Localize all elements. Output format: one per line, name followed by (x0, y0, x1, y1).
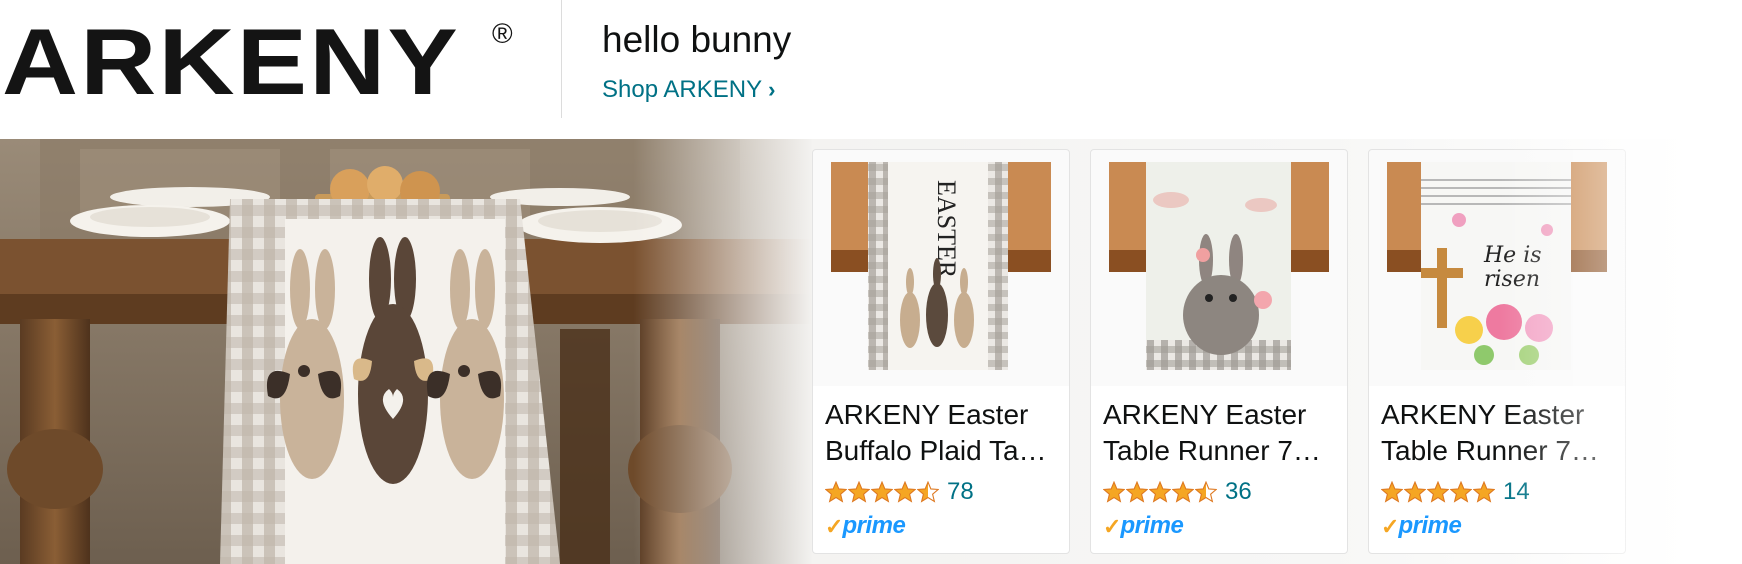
star-icon (825, 481, 847, 503)
star-icon (1172, 481, 1194, 503)
edge-fade (1500, 139, 1742, 564)
prime-check-icon: ✓ (825, 514, 844, 539)
star-icon (1450, 481, 1472, 503)
star-icon (1149, 481, 1171, 503)
product-title-line1: ARKENY Easter (1103, 399, 1307, 430)
prime-badge: ✓ prime (1381, 512, 1462, 540)
star-icon (1404, 481, 1426, 503)
product-card[interactable]: EASTER ARKENY Easter Buffalo Plaid Ta… 7… (812, 149, 1070, 554)
rating-stars (1103, 481, 1217, 503)
star-icon (917, 481, 939, 503)
prime-label: prime (1398, 512, 1462, 539)
prime-check-icon: ✓ (1103, 514, 1122, 539)
product-image: EASTER (813, 150, 1069, 386)
chevron-right-icon: › (768, 77, 776, 102)
header-divider (561, 0, 562, 118)
brand-logo-text: ARKENY (2, 9, 461, 114)
product-title[interactable]: ARKENY Easter Table Runner 7… (1103, 397, 1335, 469)
shop-brand-link[interactable]: Shop ARKENY › (602, 76, 775, 104)
product-rating[interactable]: 36 (1103, 478, 1252, 506)
registered-mark: ® (492, 18, 513, 49)
product-card[interactable]: ARKENY Easter Table Runner 7… 36 ✓ prime (1090, 149, 1348, 554)
star-icon (1126, 481, 1148, 503)
star-icon (1381, 481, 1403, 503)
star-icon (894, 481, 916, 503)
rating-stars (825, 481, 939, 503)
shop-link-label: Shop ARKENY (602, 76, 763, 103)
review-count[interactable]: 78 (947, 478, 974, 506)
review-count[interactable]: 36 (1225, 478, 1252, 506)
brand-logo[interactable]: ARKENY ® (2, 14, 513, 110)
prime-badge: ✓ prime (1103, 512, 1184, 540)
product-title-line2: Buffalo Plaid Ta… (825, 435, 1047, 466)
lifestyle-image[interactable] (0, 139, 812, 564)
product-title-line1: ARKENY Easter (825, 399, 1029, 430)
prime-label: prime (1120, 512, 1184, 539)
prime-label: prime (842, 512, 906, 539)
product-image (1091, 150, 1347, 386)
prime-badge: ✓ prime (825, 512, 906, 540)
star-icon (848, 481, 870, 503)
star-icon (1427, 481, 1449, 503)
star-icon (871, 481, 893, 503)
brand-headline: hello bunny (602, 19, 792, 60)
star-icon (1103, 481, 1125, 503)
rating-stars (1381, 481, 1495, 503)
prime-check-icon: ✓ (1381, 514, 1400, 539)
star-icon (1473, 481, 1495, 503)
product-title[interactable]: ARKENY Easter Buffalo Plaid Ta… (825, 397, 1057, 469)
product-rating[interactable]: 78 (825, 478, 974, 506)
brand-header: ARKENY ® hello bunny Shop ARKENY › (0, 0, 1742, 126)
product-title-line2: Table Runner 7… (1103, 435, 1321, 466)
star-icon (1195, 481, 1217, 503)
